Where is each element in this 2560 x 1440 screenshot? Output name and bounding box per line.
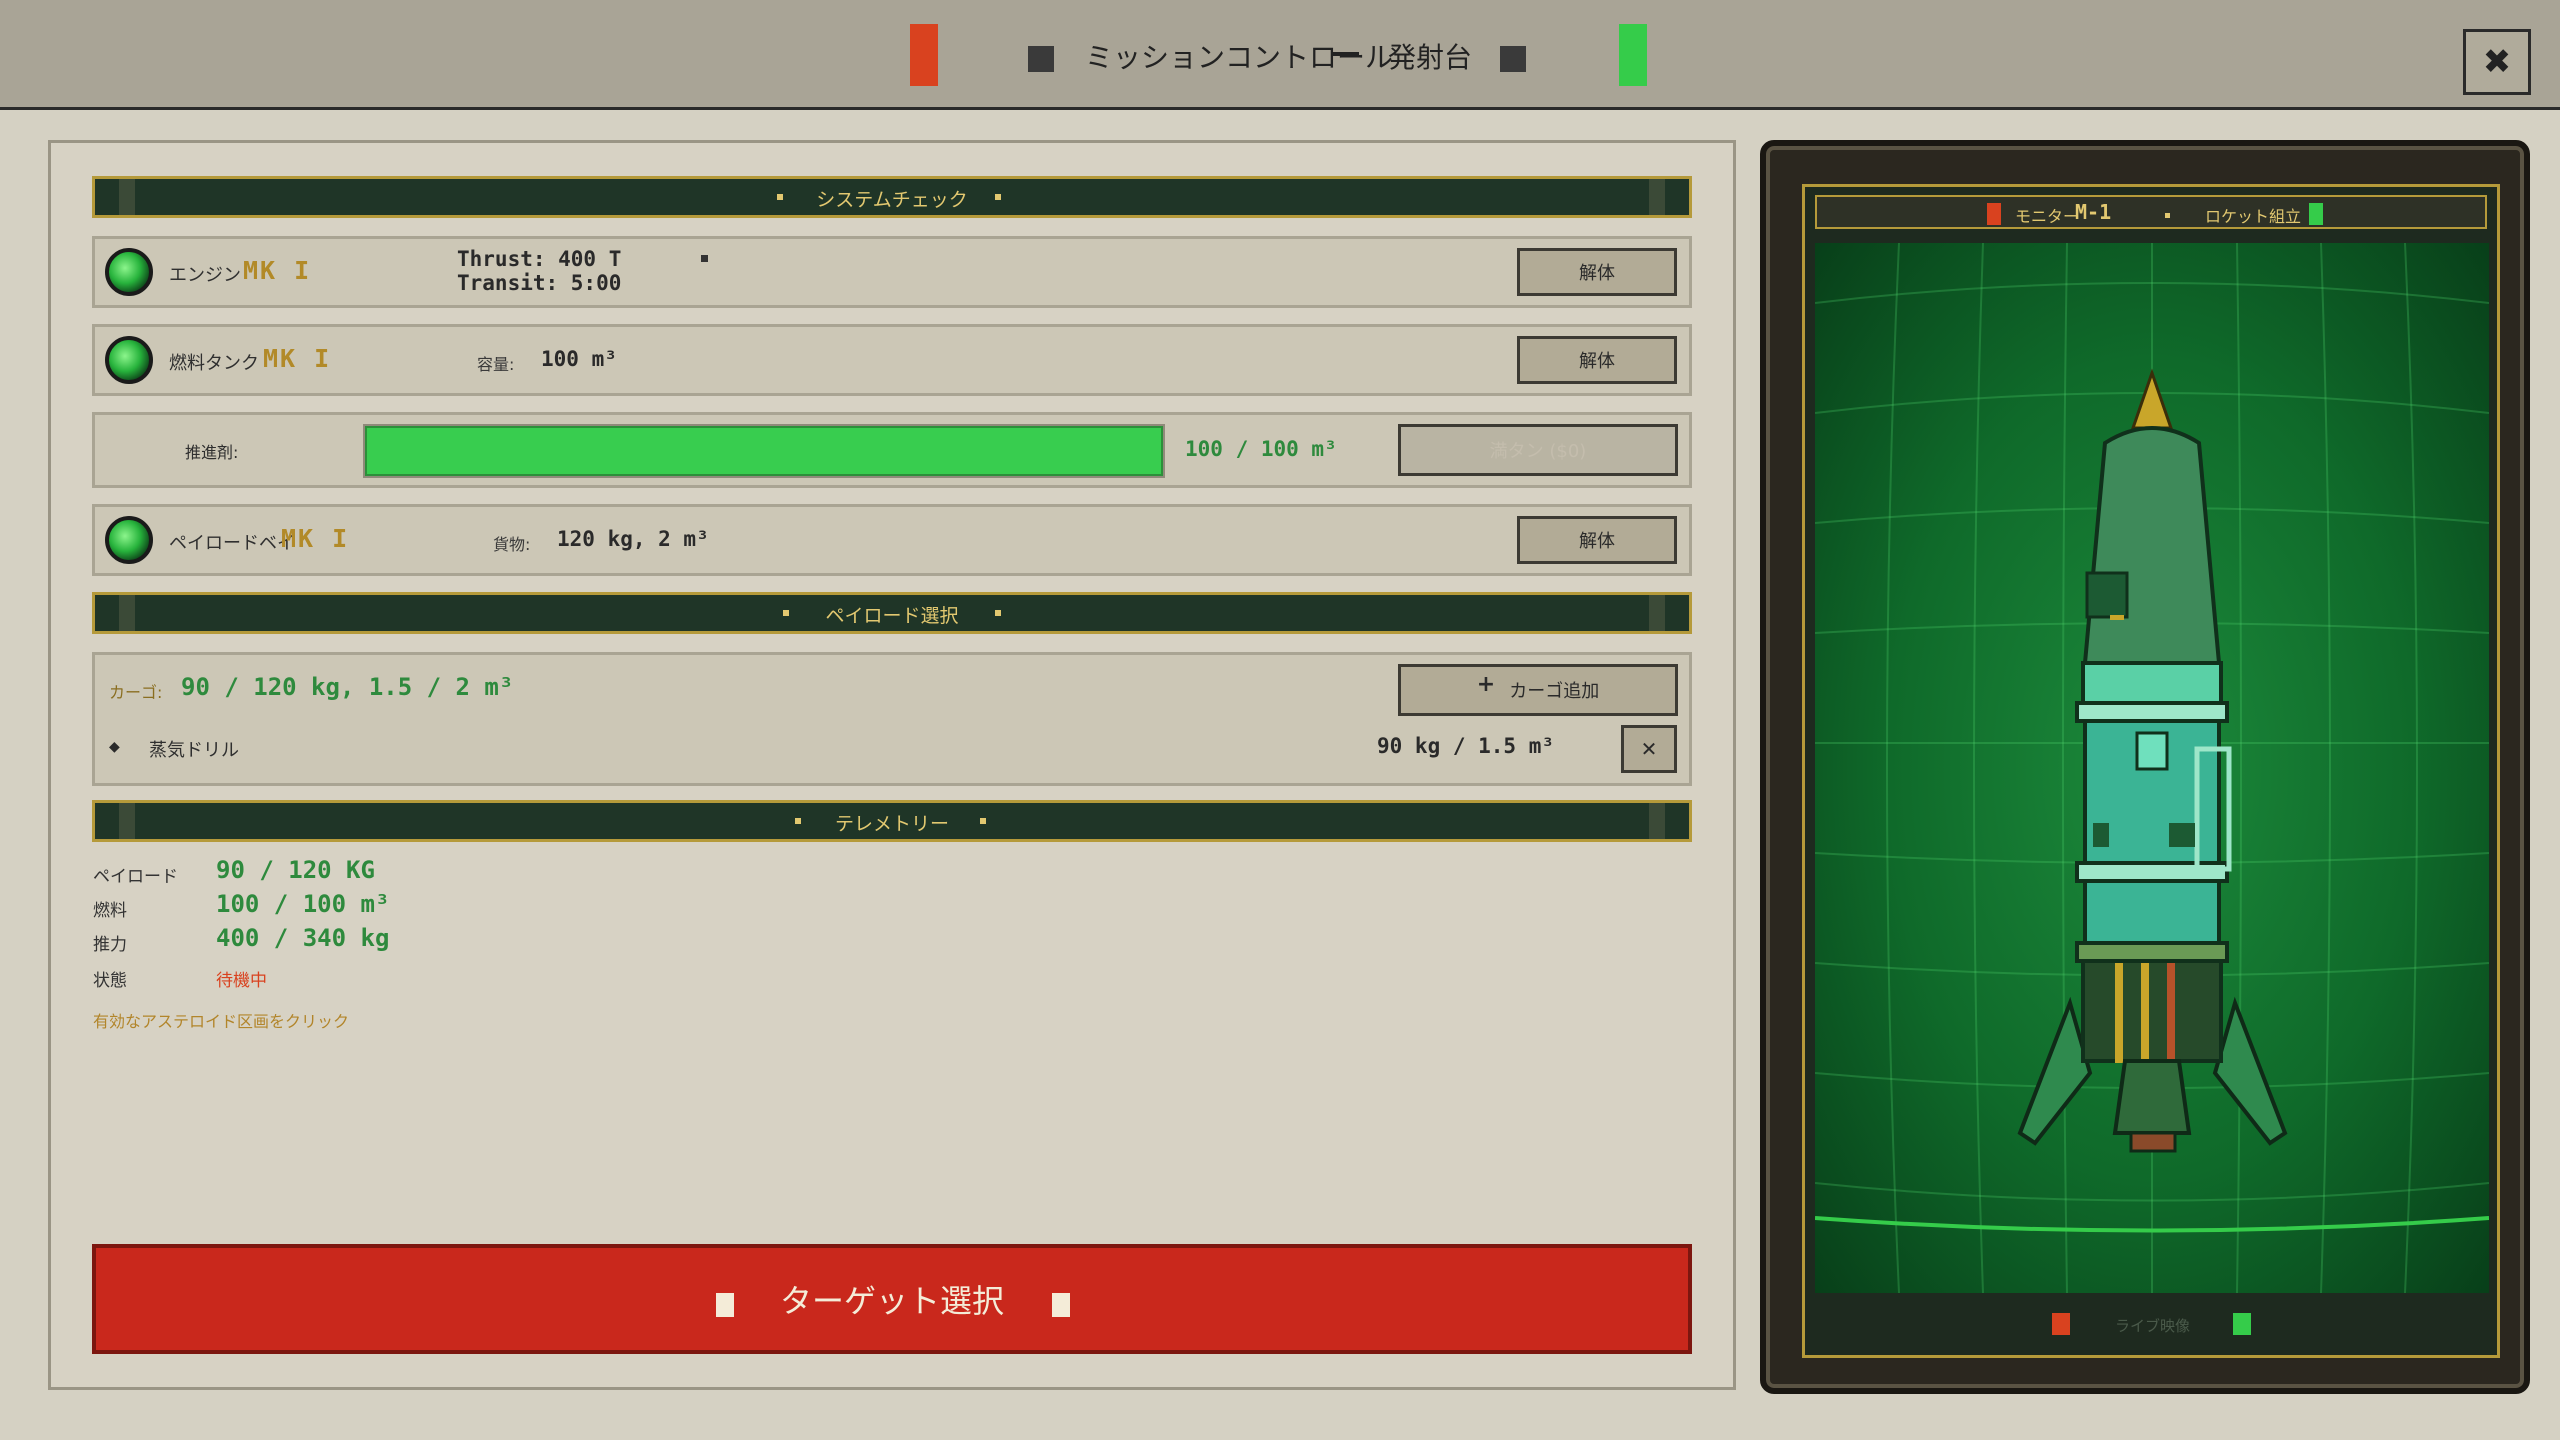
cargo-label: 貨物: [493, 535, 531, 554]
payload-bay-mk: MK I [281, 524, 350, 553]
add-cargo-button[interactable]: + カーゴ追加 [1398, 664, 1678, 716]
fuel-tank-mk: MK I [263, 344, 332, 373]
engine-mk: MK I [243, 256, 312, 285]
cargo-summary-value: 90 / 120 kg, 1.5 / 2 m³ [181, 673, 514, 701]
propellant-bar-fill [365, 426, 1163, 476]
close-icon: ✖ [2482, 42, 2512, 82]
page-subtitle: 発射台 [1388, 41, 1473, 74]
capacity-value: 100 m³ [541, 347, 617, 371]
section-title: ペイロード選択 [825, 605, 959, 627]
section-header-payload-select: ペイロード選択 [92, 592, 1692, 634]
section-title: テレメトリー [834, 813, 949, 835]
rocket-monitor: モニター M-1 ロケット組立 ライブ映像 [1760, 140, 2530, 1394]
cargo-value: 120 kg, 2 m³ [557, 527, 709, 551]
telemetry-label: ペイロード [93, 867, 178, 887]
cargo-box: カーゴ: 90 / 120 kg, 1.5 / 2 m³ + カーゴ追加 ◆ 蒸… [92, 652, 1692, 786]
monitor-footer: ライブ映像 [1815, 1299, 2489, 1347]
monitor-label: モニター [2015, 207, 2080, 226]
capacity-label: 容量: [477, 355, 515, 374]
header-red-indicator [910, 24, 938, 86]
monitor-assembly-label: ロケット組立 [2205, 207, 2302, 226]
monitor-header: モニター M-1 ロケット組立 [1815, 195, 2487, 229]
add-cargo-label: カーゴ追加 [1509, 681, 1600, 702]
engine-thrust: Thrust: 400 T [457, 247, 622, 271]
status-led-icon [105, 248, 153, 296]
engine-transit: Transit: 5:00 [457, 271, 622, 295]
fuel-tank-dismantle-button[interactable]: 解体 [1517, 336, 1677, 384]
plus-icon: + [1476, 671, 1496, 697]
status-led-icon [105, 516, 153, 564]
engine-row: エンジン MK I Thrust: 400 T Transit: 5:00 解体 [92, 236, 1692, 308]
engine-label: エンジン [169, 265, 241, 286]
status-label: 状態 [93, 971, 127, 991]
section-header-system-check: システムチェック [92, 176, 1692, 218]
fill-tank-button[interactable]: 満タン ($0) [1398, 424, 1678, 476]
telemetry-label: 燃料 [93, 901, 127, 921]
header-dash [1333, 52, 1359, 56]
header-green-indicator [1619, 24, 1647, 86]
payload-bay-label: ペイロードベイ [169, 533, 295, 554]
rocket-icon [2017, 368, 2288, 1153]
payload-bay-row: ペイロードベイ MK I 貨物: 120 kg, 2 m³ 解体 [92, 504, 1692, 576]
fuel-tank-label: 燃料タンク [169, 353, 259, 374]
cargo-item-stats: 90 kg / 1.5 m³ [1377, 734, 1555, 758]
propellant-row: 推進剤: 100 / 100 m³ 満タン ($0) [92, 412, 1692, 488]
section-title: システムチェック [816, 189, 968, 211]
telemetry-value: 400 / 340 kg [216, 924, 390, 952]
engine-dismantle-button[interactable]: 解体 [1517, 248, 1677, 296]
top-bar: ミッションコントロール 発射台 ✖ [0, 0, 2560, 110]
payload-bay-dismantle-button[interactable]: 解体 [1517, 516, 1677, 564]
cargo-item-name: 蒸気ドリル [149, 740, 239, 761]
monitor-id: M-1 [2075, 200, 2112, 224]
telemetry-value: 100 / 100 m³ [216, 890, 390, 918]
hint-text: 有効なアステロイド区画をクリック [93, 1012, 350, 1031]
telemetry-value: 90 / 120 KG [216, 856, 375, 884]
status-value: 待機中 [216, 971, 267, 991]
engine-stat-dot [701, 255, 708, 262]
cargo-summary-label: カーゴ: [109, 683, 163, 702]
diamond-icon: ◆ [109, 739, 120, 755]
header-square-icon [1028, 46, 1054, 72]
propellant-value: 100 / 100 m³ [1185, 437, 1337, 461]
section-header-telemetry: テレメトリー [92, 800, 1692, 842]
remove-cargo-button[interactable]: ✕ [1621, 725, 1677, 773]
status-led-icon [105, 336, 153, 384]
propellant-bar [363, 424, 1165, 478]
header-square-icon [1500, 46, 1526, 72]
page-title: ミッションコントロール [1085, 41, 1394, 74]
select-target-button[interactable]: ターゲット選択 [92, 1244, 1692, 1354]
close-icon: ✕ [1640, 737, 1658, 761]
select-target-label: ターゲット選択 [779, 1282, 1004, 1320]
rocket-view [1815, 243, 2489, 1293]
close-button[interactable]: ✖ [2463, 29, 2531, 95]
live-feed-label: ライブ映像 [2115, 1317, 2191, 1335]
fuel-tank-row: 燃料タンク MK I 容量: 100 m³ 解体 [92, 324, 1692, 396]
telemetry-label: 推力 [93, 935, 127, 955]
propellant-label: 推進剤: [185, 443, 239, 462]
